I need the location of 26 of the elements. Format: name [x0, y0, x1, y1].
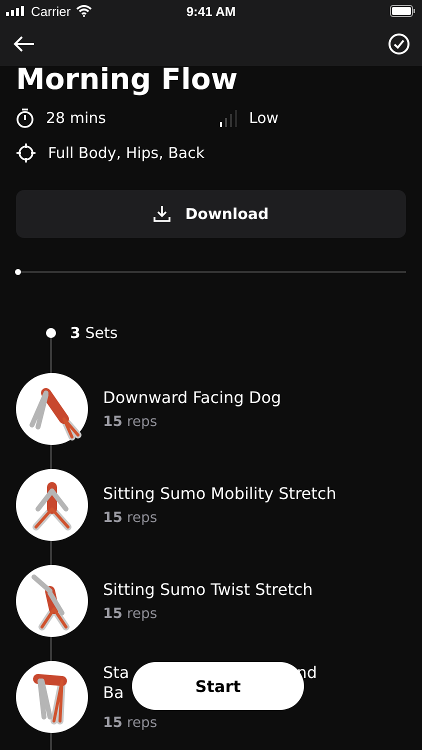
check-button[interactable]: [386, 31, 412, 57]
reps-count: 15 reps: [103, 606, 158, 622]
stopwatch-icon: [16, 108, 34, 128]
exercise-name: Ba: [103, 683, 124, 702]
workout-title: Morning Flow: [16, 62, 239, 96]
sets-label: 3 Sets: [70, 324, 118, 342]
reps-count: 15 reps: [103, 510, 158, 526]
timeline-node: [46, 328, 56, 338]
duration-text: 28 mins: [46, 109, 106, 127]
download-button[interactable]: Download: [16, 190, 406, 238]
clock-time: 9:41 AM: [186, 4, 236, 18]
download-icon: [153, 205, 172, 223]
signal-icon: [6, 6, 26, 16]
exercise-name: Sta: [103, 663, 130, 683]
wifi-icon: [76, 5, 92, 17]
exercise-name: Downward Facing Dog: [103, 388, 282, 407]
intensity-icon: [219, 109, 237, 127]
target-icon: [16, 143, 36, 163]
exercise-name: Sitting Sumo Twist Stretch: [103, 580, 313, 599]
focus-areas-text: Full Body, Hips, Back: [48, 144, 205, 162]
intensity-text: Low: [249, 109, 279, 127]
carrier-name: Carrier: [31, 4, 71, 18]
reps-count: 15 reps: [103, 715, 158, 731]
exercise-name: Sitting Sumo Mobility Stretch: [103, 484, 336, 503]
reps-count: 15 reps: [103, 414, 158, 430]
battery-icon: [390, 5, 416, 17]
